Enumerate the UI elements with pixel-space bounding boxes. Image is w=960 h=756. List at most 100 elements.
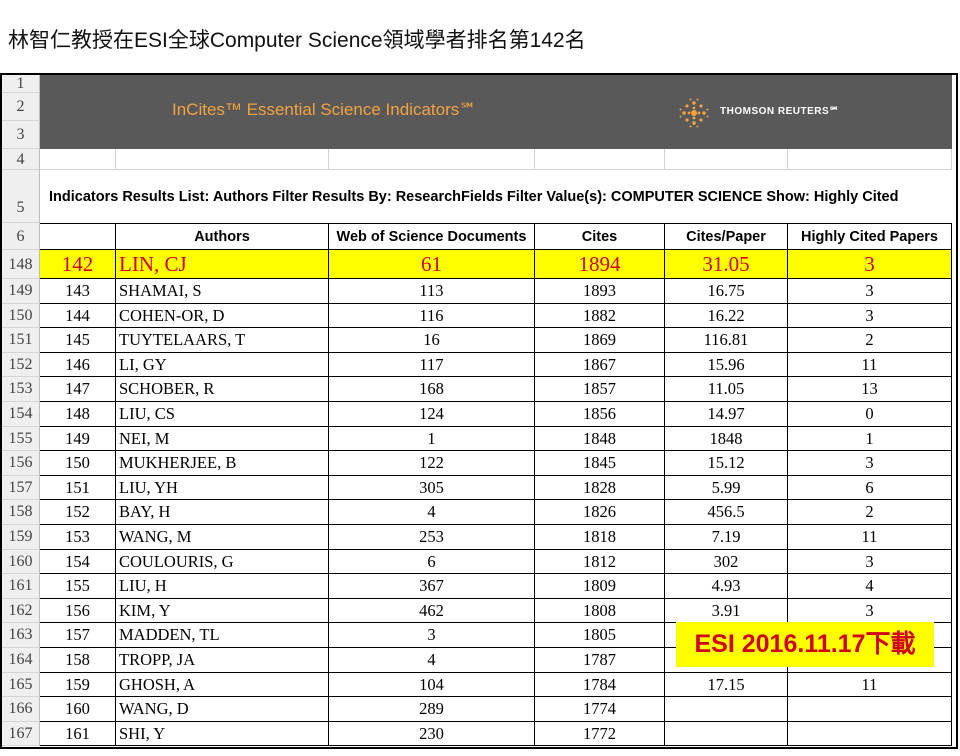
author-cell[interactable]: LIN, CJ [116,250,329,279]
rank-cell[interactable]: 146 [40,352,116,378]
cites-cell[interactable]: 1826 [535,500,665,525]
rank-cell[interactable]: 153 [40,525,116,550]
cites-cell[interactable]: 1893 [535,279,665,304]
author-cell[interactable]: WANG, D [116,697,329,722]
highly-cited-papers-cell[interactable]: 3 [788,250,952,279]
rank-cell[interactable]: 157 [40,623,116,648]
empty-cell[interactable] [40,149,116,170]
rank-cell[interactable]: 154 [40,549,116,575]
cites-cell[interactable]: 1774 [535,697,665,722]
cites-cell[interactable]: 1882 [535,303,665,329]
cites-per-paper-cell[interactable] [665,697,788,722]
highly-cited-papers-cell[interactable]: 2 [788,500,952,525]
cites-cell[interactable]: 1787 [535,648,665,673]
cites-cell[interactable]: 1818 [535,525,665,550]
cites-cell[interactable]: 1869 [535,328,665,353]
cites-per-paper-cell[interactable]: 456.5 [665,500,788,525]
documents-cell[interactable]: 253 [329,525,535,550]
highly-cited-papers-cell[interactable]: 1 [788,426,952,452]
cites-per-paper-cell[interactable]: 16.22 [665,303,788,329]
cites-per-paper-cell[interactable]: 31.05 [665,250,788,279]
rank-cell[interactable]: 144 [40,303,116,329]
author-cell[interactable]: WANG, M [116,525,329,550]
rank-cell[interactable]: 160 [40,697,116,722]
cites-cell[interactable]: 1856 [535,402,665,427]
cites-cell[interactable]: 1848 [535,426,665,452]
author-cell[interactable]: TUYTELAARS, T [116,328,329,353]
rank-cell[interactable]: 159 [40,672,116,698]
highly-cited-papers-cell[interactable]: 3 [788,451,952,476]
documents-cell[interactable]: 305 [329,475,535,501]
rank-cell[interactable]: 143 [40,279,116,304]
cites-per-paper-cell[interactable]: 1848 [665,426,788,452]
cites-per-paper-cell[interactable]: 17.15 [665,672,788,698]
cites-cell[interactable]: 1805 [535,623,665,648]
documents-cell[interactable]: 168 [329,377,535,402]
documents-cell[interactable]: 3 [329,623,535,648]
cites-cell[interactable]: 1812 [535,549,665,575]
author-cell[interactable]: NEI, M [116,426,329,452]
cites-per-paper-cell[interactable]: 15.96 [665,352,788,378]
highly-cited-papers-cell[interactable] [788,697,952,722]
documents-cell[interactable]: 6 [329,549,535,575]
highly-cited-papers-cell[interactable]: 3 [788,549,952,575]
documents-cell[interactable]: 124 [329,402,535,427]
cites-per-paper-cell[interactable]: 7.19 [665,525,788,550]
author-cell[interactable]: MUKHERJEE, B [116,451,329,476]
cites-per-paper-cell[interactable]: 5.99 [665,475,788,501]
rank-cell[interactable]: 145 [40,328,116,353]
cites-per-paper-cell[interactable]: 11.05 [665,377,788,402]
author-cell[interactable]: GHOSH, A [116,672,329,698]
highly-cited-papers-cell[interactable]: 2 [788,328,952,353]
author-cell[interactable]: KIM, Y [116,598,329,624]
documents-cell[interactable]: 16 [329,328,535,353]
documents-cell[interactable]: 289 [329,697,535,722]
cites-per-paper-cell[interactable] [665,721,788,747]
documents-cell[interactable]: 117 [329,352,535,378]
empty-cell[interactable] [329,149,535,170]
documents-cell[interactable]: 4 [329,500,535,525]
highly-cited-papers-cell[interactable] [788,721,952,747]
cites-per-paper-cell[interactable]: 302 [665,549,788,575]
rank-cell[interactable]: 155 [40,574,116,599]
empty-cell[interactable] [535,149,665,170]
cites-cell[interactable]: 1867 [535,352,665,378]
highly-cited-papers-cell[interactable]: 11 [788,525,952,550]
author-cell[interactable]: BAY, H [116,500,329,525]
author-cell[interactable]: LIU, CS [116,402,329,427]
documents-cell[interactable]: 113 [329,279,535,304]
cites-cell[interactable]: 1808 [535,598,665,624]
highly-cited-papers-cell[interactable]: 13 [788,377,952,402]
author-cell[interactable]: LIU, H [116,574,329,599]
highly-cited-papers-cell[interactable]: 6 [788,475,952,501]
highly-cited-papers-cell[interactable]: 3 [788,598,952,624]
cites-cell[interactable]: 1784 [535,672,665,698]
cites-cell[interactable]: 1894 [535,250,665,279]
documents-cell[interactable]: 1 [329,426,535,452]
author-cell[interactable]: SHAMAI, S [116,279,329,304]
rank-cell[interactable]: 142 [40,250,116,279]
documents-cell[interactable]: 104 [329,672,535,698]
author-cell[interactable]: LIU, YH [116,475,329,501]
author-cell[interactable]: COULOURIS, G [116,549,329,575]
author-cell[interactable]: TROPP, JA [116,648,329,673]
documents-cell[interactable]: 61 [329,250,535,279]
cites-cell[interactable]: 1772 [535,721,665,747]
empty-cell[interactable] [116,149,329,170]
author-cell[interactable]: SCHOBER, R [116,377,329,402]
documents-cell[interactable]: 462 [329,598,535,624]
cites-per-paper-cell[interactable]: 116.81 [665,328,788,353]
documents-cell[interactable]: 4 [329,648,535,673]
highly-cited-papers-cell[interactable]: 4 [788,574,952,599]
rank-cell[interactable]: 156 [40,598,116,624]
documents-cell[interactable]: 367 [329,574,535,599]
cites-cell[interactable]: 1809 [535,574,665,599]
author-cell[interactable]: COHEN-OR, D [116,303,329,329]
highly-cited-papers-cell[interactable]: 0 [788,402,952,427]
author-cell[interactable]: LI, GY [116,352,329,378]
rank-cell[interactable]: 149 [40,426,116,452]
cites-per-paper-cell[interactable]: 15.12 [665,451,788,476]
highly-cited-papers-cell[interactable]: 3 [788,279,952,304]
highly-cited-papers-cell[interactable]: 3 [788,303,952,329]
cites-per-paper-cell[interactable]: 4.93 [665,574,788,599]
